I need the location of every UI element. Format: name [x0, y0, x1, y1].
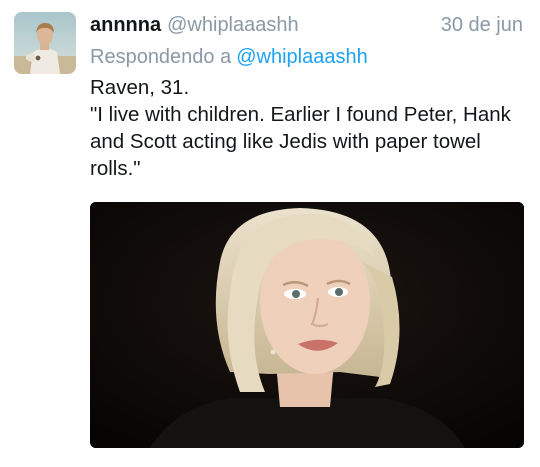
tweet-text-quote: "I live with children. Earlier I found P…	[90, 103, 511, 180]
profile-photo-icon	[14, 12, 76, 74]
reply-mention-link[interactable]: @whiplaaashh	[236, 46, 368, 68]
tweet-text: Raven, 31. "I live with children. Earlie…	[90, 74, 526, 182]
reply-context: Respondendo a @whiplaaashh	[90, 44, 368, 70]
display-name[interactable]: annnna	[90, 14, 161, 36]
avatar[interactable]	[14, 12, 76, 74]
author-line: annnna @whiplaaashh	[90, 12, 299, 38]
reply-prefix: Respondendo a	[90, 46, 232, 68]
tweet-card[interactable]: annnna @whiplaaashh 30 de jun Respondendo…	[0, 0, 540, 467]
author-handle[interactable]: @whiplaaashh	[167, 14, 299, 36]
tweet-timestamp[interactable]: 30 de jun	[441, 12, 523, 38]
media-image-icon	[90, 202, 524, 448]
tweet-media[interactable]	[90, 202, 524, 448]
tweet-text-line: Raven, 31.	[90, 76, 190, 99]
